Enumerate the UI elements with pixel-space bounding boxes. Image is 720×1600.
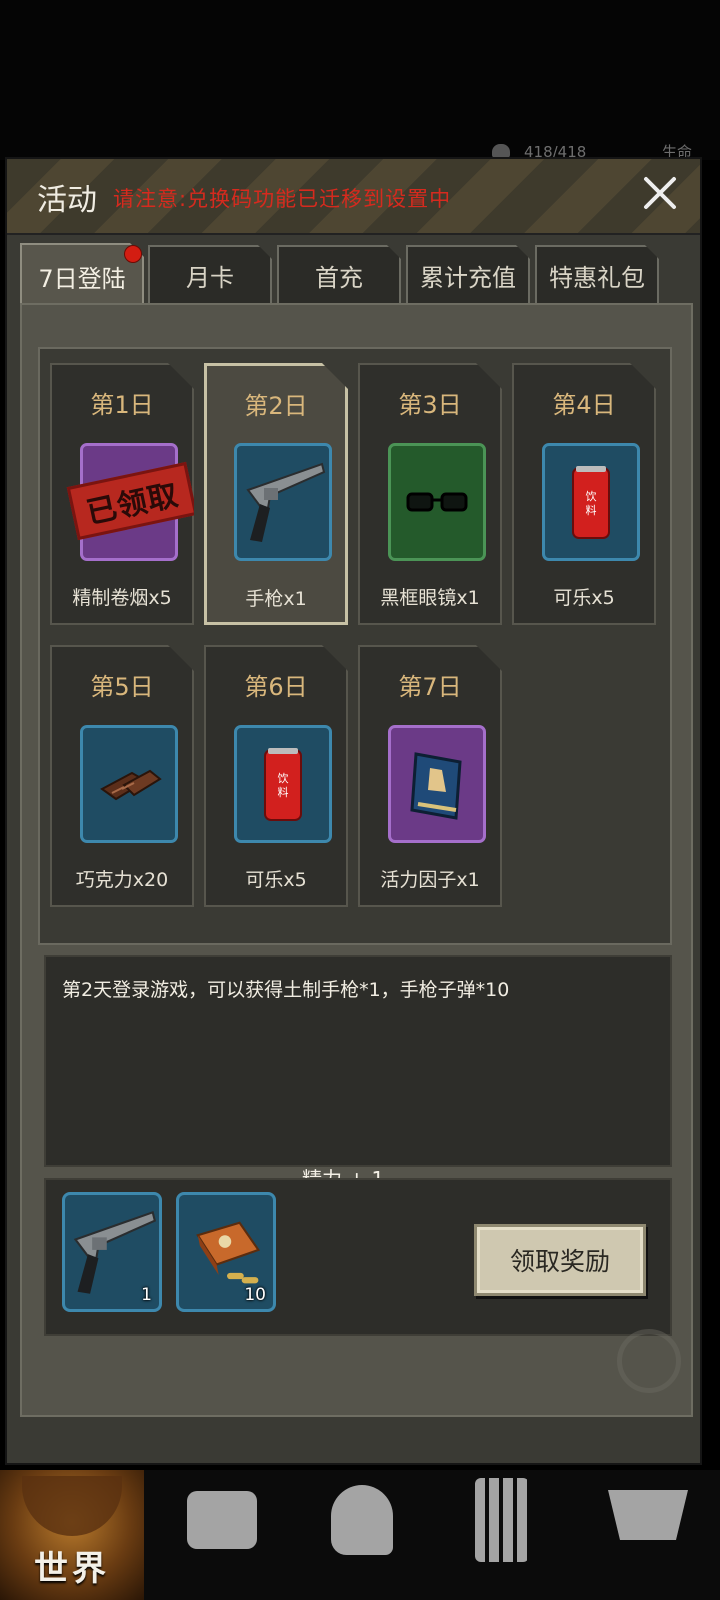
tab-first-recharge[interactable]: 首充 [277, 245, 401, 303]
reward-count: 10 [244, 1285, 266, 1305]
activity-dialog: 活动 请注意:兑换码功能已迁移到设置中 7日登陆 月卡 首充 累计充值 特惠礼包… [5, 157, 702, 1465]
claim-reward-button[interactable]: 领取奖励 [474, 1224, 646, 1296]
close-button[interactable] [638, 171, 682, 215]
tab-special-pack[interactable]: 特惠礼包 [535, 245, 659, 303]
dialog-title: 活动 [37, 183, 97, 218]
day-card-6[interactable]: 第6日 饮 料 可乐x5 [204, 645, 348, 907]
day-label: 第4日 [552, 391, 616, 419]
backpack-icon [187, 1491, 257, 1549]
claimed-stamp: 已领取 [67, 462, 198, 540]
reward-name: 手枪x1 [245, 588, 307, 610]
nav-character[interactable] [290, 1470, 434, 1600]
day-label: 第7日 [398, 673, 462, 701]
game-background-top [0, 0, 720, 160]
nav-shop[interactable] [576, 1470, 720, 1600]
radiation-icon [617, 1329, 681, 1393]
cola-can-icon: 饮 料 [234, 725, 332, 843]
description-text: 第2天登录游戏，可以获得土制手枪*1，手枪子弹*10 [62, 979, 510, 1001]
svg-text:料: 料 [586, 503, 597, 517]
heart-icon [492, 144, 510, 158]
reward-name: 可乐x5 [245, 869, 307, 891]
notice-text: 请注意:兑换码功能已迁移到设置中 [113, 187, 452, 211]
reward-name: 黑框眼镜x1 [380, 587, 480, 609]
pistol-icon [234, 443, 332, 561]
reward-name: 可乐x5 [553, 587, 615, 609]
reward-count: 1 [141, 1285, 152, 1305]
day-label: 第6日 [244, 673, 308, 701]
tab-content: 第1日 已领取 精制卷烟x5 第2日 手枪x1 第3日 黑框眼镜x1 第4日 饮… [20, 303, 693, 1417]
day-label: 第1日 [90, 391, 154, 419]
reward-panel: 1 10 领取奖励 [44, 1178, 672, 1336]
glasses-icon [388, 443, 486, 561]
day-card-1[interactable]: 第1日 已领取 精制卷烟x5 [50, 363, 194, 625]
vitality-book-icon [388, 725, 486, 843]
day-grid: 第1日 已领取 精制卷烟x5 第2日 手枪x1 第3日 黑框眼镜x1 第4日 饮… [38, 347, 672, 945]
tab-total-recharge[interactable]: 累计充值 [406, 245, 530, 303]
reward-item-pistol[interactable]: 1 [62, 1192, 162, 1312]
reward-name: 巧克力x20 [75, 869, 169, 891]
shopping-cart-icon [608, 1490, 688, 1540]
nav-backpack[interactable] [150, 1470, 294, 1600]
reward-item-ammo[interactable]: 10 [176, 1192, 276, 1312]
nav-phone[interactable] [430, 1470, 574, 1600]
cola-can-icon: 饮 料 [542, 443, 640, 561]
day-card-3[interactable]: 第3日 黑框眼镜x1 [358, 363, 502, 625]
nav-world-label: 世界 [34, 1549, 110, 1589]
notification-dot [124, 245, 142, 263]
close-icon [644, 177, 676, 209]
svg-text:饮: 饮 [278, 772, 289, 785]
svg-text:料: 料 [278, 785, 289, 799]
cigarette-icon: 已领取 [80, 443, 178, 561]
chocolate-icon [80, 725, 178, 843]
day-card-2[interactable]: 第2日 手枪x1 [204, 363, 348, 625]
character-head-icon [331, 1485, 393, 1555]
day-label: 第5日 [90, 673, 154, 701]
phone-icon [475, 1478, 529, 1562]
day-label: 第2日 [244, 392, 308, 420]
day-label: 第3日 [398, 391, 462, 419]
day-card-4[interactable]: 第4日 饮 料 可乐x5 [512, 363, 656, 625]
description-panel: 第2天登录游戏，可以获得土制手枪*1，手枪子弹*10 [44, 955, 672, 1167]
nav-world[interactable]: 世界 [0, 1470, 144, 1600]
reward-name: 精制卷烟x5 [72, 587, 172, 609]
bottom-navigation: 世界 [0, 1470, 720, 1600]
svg-text:饮: 饮 [586, 490, 597, 503]
day-card-7[interactable]: 第7日 活力因子x1 [358, 645, 502, 907]
dialog-header: 活动 请注意:兑换码功能已迁移到设置中 [7, 159, 700, 235]
day-card-5[interactable]: 第5日 巧克力x20 [50, 645, 194, 907]
globe-icon [22, 1476, 122, 1536]
tab-monthly-card[interactable]: 月卡 [148, 245, 272, 303]
reward-name: 活力因子x1 [380, 869, 480, 891]
